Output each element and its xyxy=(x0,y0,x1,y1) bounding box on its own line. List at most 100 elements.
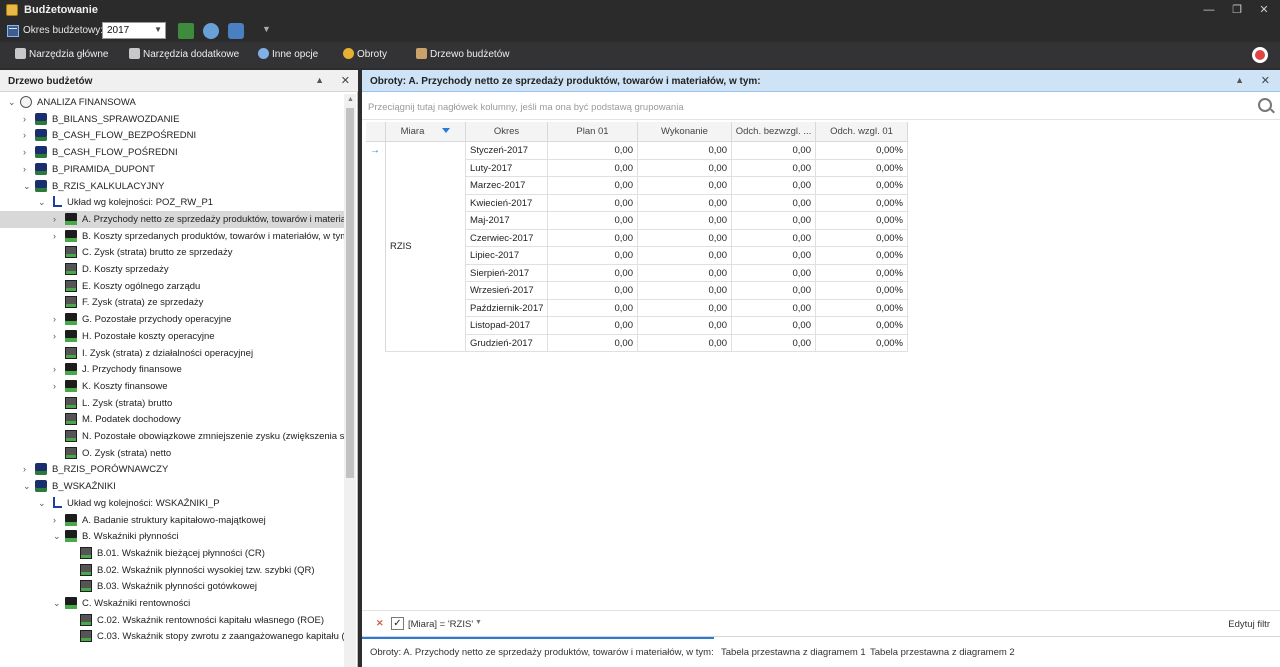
odch-wzgl-cell[interactable]: 0,00% xyxy=(816,299,908,317)
wykonanie-cell[interactable]: 0,00 xyxy=(638,229,732,247)
tree-node[interactable]: ⌄ Układ wg kolejności: POZ_RW_P1 xyxy=(0,194,344,211)
okres-cell[interactable]: Czerwiec-2017 xyxy=(466,229,548,247)
odch-wzgl-cell[interactable]: 0,00% xyxy=(816,264,908,282)
tree-node[interactable]: N. Pozostałe obowiązkowe zmniejszenie zy… xyxy=(0,428,344,445)
column-header-odch-wzgl[interactable]: Odch. wzgl. 01 xyxy=(816,122,908,142)
odch-bezwzgl-cell[interactable]: 0,00 xyxy=(732,159,816,177)
gear-search-icon[interactable] xyxy=(203,23,219,39)
ribbon-obroty[interactable]: Obroty xyxy=(343,47,387,63)
close-icon[interactable]: ✕ xyxy=(1253,2,1275,18)
tree-node[interactable]: B.02. Wskaźnik płynności wysokiej tzw. s… xyxy=(0,562,344,579)
tree-node[interactable]: › J. Przychody finansowe xyxy=(0,361,344,378)
column-header-odch-bezwzgl[interactable]: Odch. bezwzgl. ... xyxy=(732,122,816,142)
odch-wzgl-cell[interactable]: 0,00% xyxy=(816,334,908,352)
ribbon-budget-tree[interactable]: Drzewo budżetów xyxy=(416,47,509,63)
ribbon-other-options[interactable]: Inne opcje xyxy=(258,47,318,63)
chevron-down-icon[interactable]: ⌄ xyxy=(8,97,16,107)
tree-node[interactable]: O. Zysk (strata) netto xyxy=(0,445,344,462)
tree-node[interactable]: › B_CASH_FLOW_BEZPOŚREDNI xyxy=(0,127,344,144)
odch-wzgl-cell[interactable]: 0,00% xyxy=(816,282,908,300)
tree-node[interactable]: F. Zysk (strata) ze sprzedaży xyxy=(0,294,344,311)
scroll-up-icon[interactable]: ▲ xyxy=(347,96,354,103)
chevron-right-icon[interactable]: › xyxy=(53,314,61,324)
odch-wzgl-cell[interactable]: 0,00% xyxy=(816,194,908,212)
odch-wzgl-cell[interactable]: 0,00% xyxy=(816,229,908,247)
okres-cell[interactable]: Grudzień-2017 xyxy=(466,334,548,352)
pin-icon[interactable]: ▲ xyxy=(315,75,324,85)
plan-cell[interactable]: 0,00 xyxy=(548,247,638,265)
wykonanie-cell[interactable]: 0,00 xyxy=(638,142,732,160)
column-header-plan[interactable]: Plan 01 xyxy=(548,122,638,142)
odch-bezwzgl-cell[interactable]: 0,00 xyxy=(732,177,816,195)
odch-bezwzgl-cell[interactable]: 0,00 xyxy=(732,299,816,317)
odch-wzgl-cell[interactable]: 0,00% xyxy=(816,159,908,177)
filter-enabled-checkbox[interactable]: ✓ xyxy=(391,617,404,630)
okres-cell[interactable]: Listopad-2017 xyxy=(466,317,548,335)
pin-icon[interactable]: ▲ xyxy=(1235,75,1244,85)
plan-cell[interactable]: 0,00 xyxy=(548,334,638,352)
tree-node[interactable]: M. Podatek dochodowy xyxy=(0,411,344,428)
clear-filter-icon[interactable]: ✕ xyxy=(376,618,384,629)
plan-cell[interactable]: 0,00 xyxy=(548,194,638,212)
toolbar-dropdown-icon[interactable]: ▼ xyxy=(262,24,278,40)
odch-wzgl-cell[interactable]: 0,00% xyxy=(816,317,908,335)
miara-cell[interactable]: RZIS xyxy=(386,142,466,352)
okres-cell[interactable]: Styczeń-2017 xyxy=(466,142,548,160)
odch-bezwzgl-cell[interactable]: 0,00 xyxy=(732,212,816,230)
tree-scrollbar[interactable]: ▲ xyxy=(344,94,356,667)
tree-node[interactable]: › B_CASH_FLOW_POŚREDNI xyxy=(0,144,344,161)
tree-node[interactable]: › A. Badanie struktury kapitałowo-majątko… xyxy=(0,512,344,529)
chevron-right-icon[interactable]: › xyxy=(23,130,31,140)
search-icon[interactable] xyxy=(1258,98,1272,112)
tree-node[interactable]: › G. Pozostałe przychody operacyjne xyxy=(0,311,344,328)
chevron-down-icon[interactable]: ⌄ xyxy=(23,181,31,191)
tree-node[interactable]: › K. Koszty finansowe xyxy=(0,378,344,395)
group-by-area[interactable]: Przeciągnij tutaj nagłówek kolumny, jeśl… xyxy=(362,92,1280,120)
tree-node[interactable]: C.02. Wskaźnik rentowności kapitału włas… xyxy=(0,612,344,629)
plan-cell[interactable]: 0,00 xyxy=(548,317,638,335)
chevron-right-icon[interactable]: › xyxy=(53,331,61,341)
okres-cell[interactable]: Maj-2017 xyxy=(466,212,548,230)
plan-cell[interactable]: 0,00 xyxy=(548,264,638,282)
minimize-icon[interactable]: — xyxy=(1198,2,1220,18)
tree-node[interactable]: ⌄ B. Wskaźniki płynności xyxy=(0,528,344,545)
chevron-right-icon[interactable]: › xyxy=(23,464,31,474)
refresh-icon[interactable] xyxy=(228,23,244,39)
tree-node[interactable]: E. Koszty ogólnego zarządu xyxy=(0,278,344,295)
wykonanie-cell[interactable]: 0,00 xyxy=(638,212,732,230)
column-header-miara[interactable]: Miara xyxy=(386,122,466,142)
odch-wzgl-cell[interactable]: 0,00% xyxy=(816,212,908,230)
chevron-right-icon[interactable]: › xyxy=(23,114,31,124)
chevron-right-icon[interactable]: › xyxy=(53,231,61,241)
odch-bezwzgl-cell[interactable]: 0,00 xyxy=(732,317,816,335)
edit-filter-button[interactable]: Edytuj filtr xyxy=(1228,619,1270,630)
chevron-right-icon[interactable]: › xyxy=(53,381,61,391)
help-icon[interactable] xyxy=(1252,47,1268,63)
tree-node[interactable]: ⌄ Układ wg kolejności: WSKAŹNIKI_P xyxy=(0,495,344,512)
tree-node[interactable]: › B_PIRAMIDA_DUPONT xyxy=(0,161,344,178)
chevron-down-icon[interactable]: ⌄ xyxy=(53,598,61,608)
odch-bezwzgl-cell[interactable]: 0,00 xyxy=(732,247,816,265)
chevron-right-icon[interactable]: › xyxy=(53,214,61,224)
chevron-right-icon[interactable]: › xyxy=(23,147,31,157)
odch-bezwzgl-cell[interactable]: 0,00 xyxy=(732,194,816,212)
wykonanie-cell[interactable]: 0,00 xyxy=(638,247,732,265)
odch-bezwzgl-cell[interactable]: 0,00 xyxy=(732,142,816,160)
restore-icon[interactable]: ❐ xyxy=(1226,2,1248,18)
plan-cell[interactable]: 0,00 xyxy=(548,299,638,317)
tree-node[interactable]: D. Koszty sprzedaży xyxy=(0,261,344,278)
wykonanie-cell[interactable]: 0,00 xyxy=(638,194,732,212)
plan-cell[interactable]: 0,00 xyxy=(548,212,638,230)
spreadsheet-icon[interactable] xyxy=(178,23,194,39)
filter-icon[interactable] xyxy=(442,128,451,133)
wykonanie-cell[interactable]: 0,00 xyxy=(638,159,732,177)
tree-node[interactable]: B.01. Wskaźnik bieżącej płynności (CR) xyxy=(0,545,344,562)
tree-node[interactable]: › B_RZIS_PORÓWNAWCZY xyxy=(0,461,344,478)
odch-bezwzgl-cell[interactable]: 0,00 xyxy=(732,334,816,352)
tree-node[interactable]: L. Zysk (strata) brutto xyxy=(0,395,344,412)
odch-bezwzgl-cell[interactable]: 0,00 xyxy=(732,229,816,247)
close-icon[interactable]: ✕ xyxy=(341,74,350,87)
tree-node[interactable]: ⌄ C. Wskaźniki rentowności xyxy=(0,595,344,612)
odch-bezwzgl-cell[interactable]: 0,00 xyxy=(732,264,816,282)
ribbon-tools-extra[interactable]: Narzędzia dodatkowe xyxy=(129,47,239,63)
